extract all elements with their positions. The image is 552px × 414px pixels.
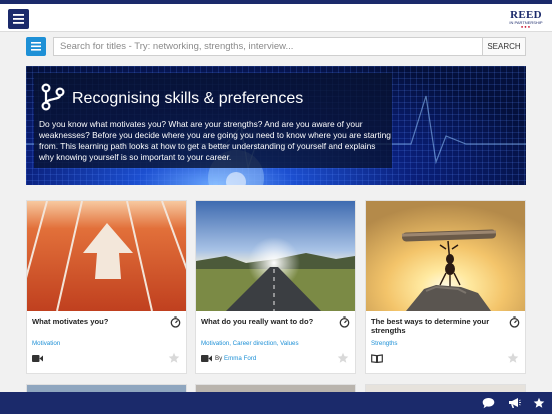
- bottom-toolbar: [0, 392, 552, 414]
- course-card[interactable]: What do you really want to do? Motivatio…: [195, 200, 356, 374]
- author-prefix: By: [215, 355, 223, 362]
- favourite-star-icon[interactable]: [168, 352, 180, 364]
- search-button[interactable]: SEARCH: [482, 37, 526, 56]
- banner-description: Do you know what motivates you? What are…: [39, 119, 391, 162]
- search-bar: SEARCH: [26, 37, 526, 56]
- card-title[interactable]: What do you really want to do?: [201, 317, 336, 326]
- card-image: [27, 201, 186, 311]
- stopwatch-icon: [170, 316, 181, 328]
- card-image: [196, 201, 355, 311]
- card-title[interactable]: The best ways to determine your strength…: [371, 317, 506, 335]
- video-camera-icon: [201, 355, 212, 362]
- banner-text-panel: Recognising skills & preferences Do you …: [34, 73, 392, 168]
- stopwatch-icon: [509, 316, 520, 328]
- favourite-star-icon[interactable]: [337, 352, 349, 364]
- card-author: By Emma Ford: [215, 355, 256, 362]
- author-name-link[interactable]: Emma Ford: [224, 355, 256, 362]
- card-tags[interactable]: Strengths: [371, 340, 397, 347]
- banner-title: Recognising skills & preferences: [72, 90, 304, 107]
- video-camera-icon: [32, 355, 43, 362]
- card-tags[interactable]: Motivation: [32, 340, 60, 347]
- reed-logo[interactable]: REED IN PARTNERSHIP ●●●: [508, 10, 544, 30]
- course-card[interactable]: The best ways to determine your strength…: [365, 200, 526, 374]
- stopwatch-icon: [339, 316, 350, 328]
- filter-list-button[interactable]: [26, 37, 46, 56]
- open-book-icon: [371, 354, 383, 363]
- favourite-star-icon[interactable]: [507, 352, 519, 364]
- chat-bubble-icon[interactable]: [482, 397, 495, 409]
- card-title[interactable]: What motivates you?: [32, 317, 167, 326]
- branch-path-icon: [41, 83, 65, 111]
- course-card[interactable]: What motivates you? Motivation: [26, 200, 187, 374]
- card-tags[interactable]: Motivation, Career direction, Values: [201, 340, 299, 347]
- logo-dots: ●●●: [520, 24, 532, 29]
- hamburger-menu-icon: [13, 14, 24, 24]
- megaphone-icon[interactable]: [508, 397, 521, 409]
- search-input[interactable]: [53, 37, 503, 56]
- learning-path-banner[interactable]: Recognising skills & preferences Do you …: [26, 66, 526, 185]
- app-header: REED IN PARTNERSHIP ●●●: [0, 4, 552, 32]
- card-image: [366, 201, 525, 311]
- menu-button[interactable]: [8, 9, 29, 29]
- logo-wordmark: REED: [510, 9, 542, 21]
- list-filter-icon: [31, 42, 41, 51]
- star-icon[interactable]: [533, 397, 545, 409]
